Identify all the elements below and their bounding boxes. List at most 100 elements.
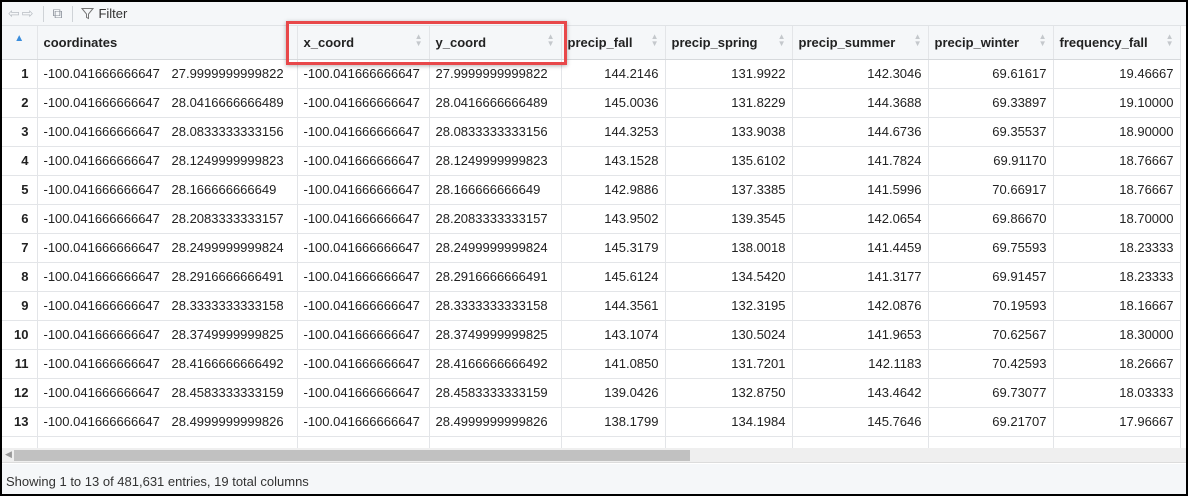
cell-coordinates: -100.041666666647 28.3333333333158 bbox=[37, 291, 298, 321]
column-header-label: x_coord bbox=[303, 34, 355, 50]
row-number: 10 bbox=[2, 320, 38, 350]
cell bbox=[928, 436, 1054, 448]
entries-status: Showing 1 to 13 of 481,631 entries, 19 t… bbox=[6, 474, 309, 489]
table-row[interactable]: 11 -100.041666666647 28.4166666666492 -100.… bbox=[2, 349, 1181, 379]
cell-frequency-fall: 18.70000 bbox=[1053, 204, 1181, 234]
cell-coordinates: -100.041666666647 28.2499999999824 bbox=[37, 233, 298, 263]
cell-precip-fall: 142.9886 bbox=[561, 175, 666, 205]
cell-precip-winter: 70.66917 bbox=[928, 175, 1054, 205]
filter-button[interactable]: Filter bbox=[81, 6, 127, 21]
cell-x-coord: -100.041666666647 bbox=[297, 320, 430, 350]
sort-icon[interactable]: ▲ ▼ bbox=[1166, 33, 1174, 48]
table-row[interactable]: 10 -100.041666666647 28.3749999999825 -100.… bbox=[2, 320, 1181, 350]
cell-precip-fall: 145.6124 bbox=[561, 262, 666, 292]
column-header-precip-winter[interactable]: precip_winter ▲ ▼ bbox=[928, 26, 1054, 60]
column-header-frequency-fall[interactable]: frequency_fall ▲ ▼ bbox=[1053, 26, 1181, 60]
cell-precip-summer: 141.7824 bbox=[792, 146, 929, 176]
cell-precip-spring: 132.8750 bbox=[665, 378, 793, 408]
cell bbox=[1053, 436, 1181, 448]
cell-frequency-fall: 19.10000 bbox=[1053, 88, 1181, 118]
coordinate-lon: -100.041666666647 bbox=[43, 269, 160, 284]
cell-precip-winter: 69.73077 bbox=[928, 378, 1054, 408]
column-header-x-coord[interactable]: x_coord ▲ ▼ bbox=[297, 26, 430, 60]
filter-icon bbox=[81, 8, 95, 20]
row-number: 8 bbox=[2, 262, 38, 292]
cell bbox=[561, 436, 666, 448]
table-row[interactable]: 2 -100.041666666647 28.0416666666489 -100.0… bbox=[2, 88, 1181, 118]
column-header-label: precip_spring bbox=[671, 34, 758, 50]
cell-y-coord: 28.2083333333157 bbox=[429, 204, 562, 234]
sort-icon[interactable]: ▲ ▼ bbox=[651, 33, 659, 48]
cell-precip-spring: 132.3195 bbox=[665, 291, 793, 321]
row-number: 3 bbox=[2, 117, 38, 147]
cell-coordinates: -100.041666666647 28.2083333333157 bbox=[37, 204, 298, 234]
horizontal-scrollbar[interactable]: ◀ bbox=[2, 448, 1186, 463]
coordinate-lon: -100.041666666647 bbox=[43, 153, 160, 168]
cell-coordinates: -100.041666666647 28.0416666666489 bbox=[37, 88, 298, 118]
column-header-precip-spring[interactable]: precip_spring ▲ ▼ bbox=[665, 26, 793, 60]
coordinate-lon: -100.041666666647 bbox=[43, 182, 160, 197]
table-row[interactable]: 13 -100.041666666647 28.4999999999826 -100.… bbox=[2, 407, 1181, 437]
table-row[interactable]: 4 -100.041666666647 28.1249999999823 -100.0… bbox=[2, 146, 1181, 176]
sort-icon[interactable]: ▲ ▼ bbox=[778, 33, 786, 48]
cell-precip-summer: 143.4642 bbox=[792, 378, 929, 408]
table-row[interactable]: 9 -100.041666666647 28.3333333333158 -100.0… bbox=[2, 291, 1181, 321]
cell-precip-fall: 138.1799 bbox=[561, 407, 666, 437]
column-header-y-coord[interactable]: y_coord ▲ ▼ bbox=[429, 26, 562, 60]
cell bbox=[2, 436, 38, 448]
sort-icon[interactable]: ▲ ▼ bbox=[547, 33, 555, 48]
coordinate-lon: -100.041666666647 bbox=[43, 240, 160, 255]
cell-precip-spring: 131.9922 bbox=[665, 59, 793, 89]
cell-x-coord: -100.041666666647 bbox=[297, 378, 430, 408]
sort-icon[interactable]: ▲ ▼ bbox=[1039, 33, 1047, 48]
table-row[interactable]: 1 -100.041666666647 27.9999999999822 -100.0… bbox=[2, 59, 1181, 89]
column-header-precip-summer[interactable]: precip_summer ▲ ▼ bbox=[792, 26, 929, 60]
coordinate-lat: 28.3333333333158 bbox=[171, 298, 284, 313]
coordinate-lat: 28.2499999999824 bbox=[171, 240, 284, 255]
cell-precip-spring: 134.5420 bbox=[665, 262, 793, 292]
cell-frequency-fall: 18.76667 bbox=[1053, 175, 1181, 205]
cell-x-coord: -100.041666666647 bbox=[297, 233, 430, 263]
cell-y-coord: 28.4166666666492 bbox=[429, 349, 562, 379]
popout-icon[interactable]: ⧉ bbox=[52, 5, 62, 22]
cell-y-coord: 28.166666666649 bbox=[429, 175, 562, 205]
table-row[interactable]: 3 -100.041666666647 28.0833333333156 -100.0… bbox=[2, 117, 1181, 147]
status-bar: Showing 1 to 13 of 481,631 entries, 19 t… bbox=[2, 464, 1186, 494]
cell-precip-fall: 141.0850 bbox=[561, 349, 666, 379]
column-header-precip-fall[interactable]: precip_fall ▲ ▼ bbox=[561, 26, 666, 60]
row-number: 6 bbox=[2, 204, 38, 234]
coordinate-lon: -100.041666666647 bbox=[43, 211, 160, 226]
sort-icon[interactable]: ▲ ▼ bbox=[415, 33, 423, 48]
cell-precip-summer: 141.4459 bbox=[792, 233, 929, 263]
cell-precip-spring: 131.7201 bbox=[665, 349, 793, 379]
cell-precip-winter: 69.75593 bbox=[928, 233, 1054, 263]
row-number-header[interactable]: ▲ bbox=[2, 26, 38, 60]
scroll-left-icon[interactable]: ◀ bbox=[5, 449, 12, 460]
arrow-left-icon[interactable]: ⇦ bbox=[8, 5, 20, 22]
scrollbar-thumb[interactable] bbox=[14, 450, 690, 461]
cell-precip-fall: 145.3179 bbox=[561, 233, 666, 263]
coordinate-lon: -100.041666666647 bbox=[43, 298, 160, 313]
table-row[interactable]: 7 -100.041666666647 28.2499999999824 -100.0… bbox=[2, 233, 1181, 263]
cell-y-coord: 27.9999999999822 bbox=[429, 59, 562, 89]
cell-precip-summer: 141.5996 bbox=[792, 175, 929, 205]
table-row[interactable]: 6 -100.041666666647 28.2083333333157 -100.0… bbox=[2, 204, 1181, 234]
table-row[interactable]: 5 -100.041666666647 28.166666666649 -100.04… bbox=[2, 175, 1181, 205]
cell-y-coord: 28.3333333333158 bbox=[429, 291, 562, 321]
cell-precip-winter: 69.91457 bbox=[928, 262, 1054, 292]
table-row[interactable]: 12 -100.041666666647 28.4583333333159 -100.… bbox=[2, 378, 1181, 408]
cell-x-coord: -100.041666666647 bbox=[297, 262, 430, 292]
sort-icon[interactable]: ▲ ▼ bbox=[914, 33, 922, 48]
arrow-right-icon[interactable]: ⇨ bbox=[22, 5, 34, 22]
cell-precip-winter: 69.86670 bbox=[928, 204, 1054, 234]
column-header-coordinates[interactable]: coordinates bbox=[37, 26, 298, 60]
table-row[interactable]: 8 -100.041666666647 28.2916666666491 -100.0… bbox=[2, 262, 1181, 292]
coordinate-lon: -100.041666666647 bbox=[43, 327, 160, 342]
table-row-partial bbox=[2, 436, 1181, 448]
coordinate-lat: 28.4999999999826 bbox=[171, 414, 284, 429]
cell-x-coord: -100.041666666647 bbox=[297, 204, 430, 234]
column-header-label: coordinates bbox=[43, 34, 118, 50]
cell-y-coord: 28.4583333333159 bbox=[429, 378, 562, 408]
coordinate-lat: 28.0416666666489 bbox=[171, 95, 284, 110]
cell-precip-fall: 145.0036 bbox=[561, 88, 666, 118]
